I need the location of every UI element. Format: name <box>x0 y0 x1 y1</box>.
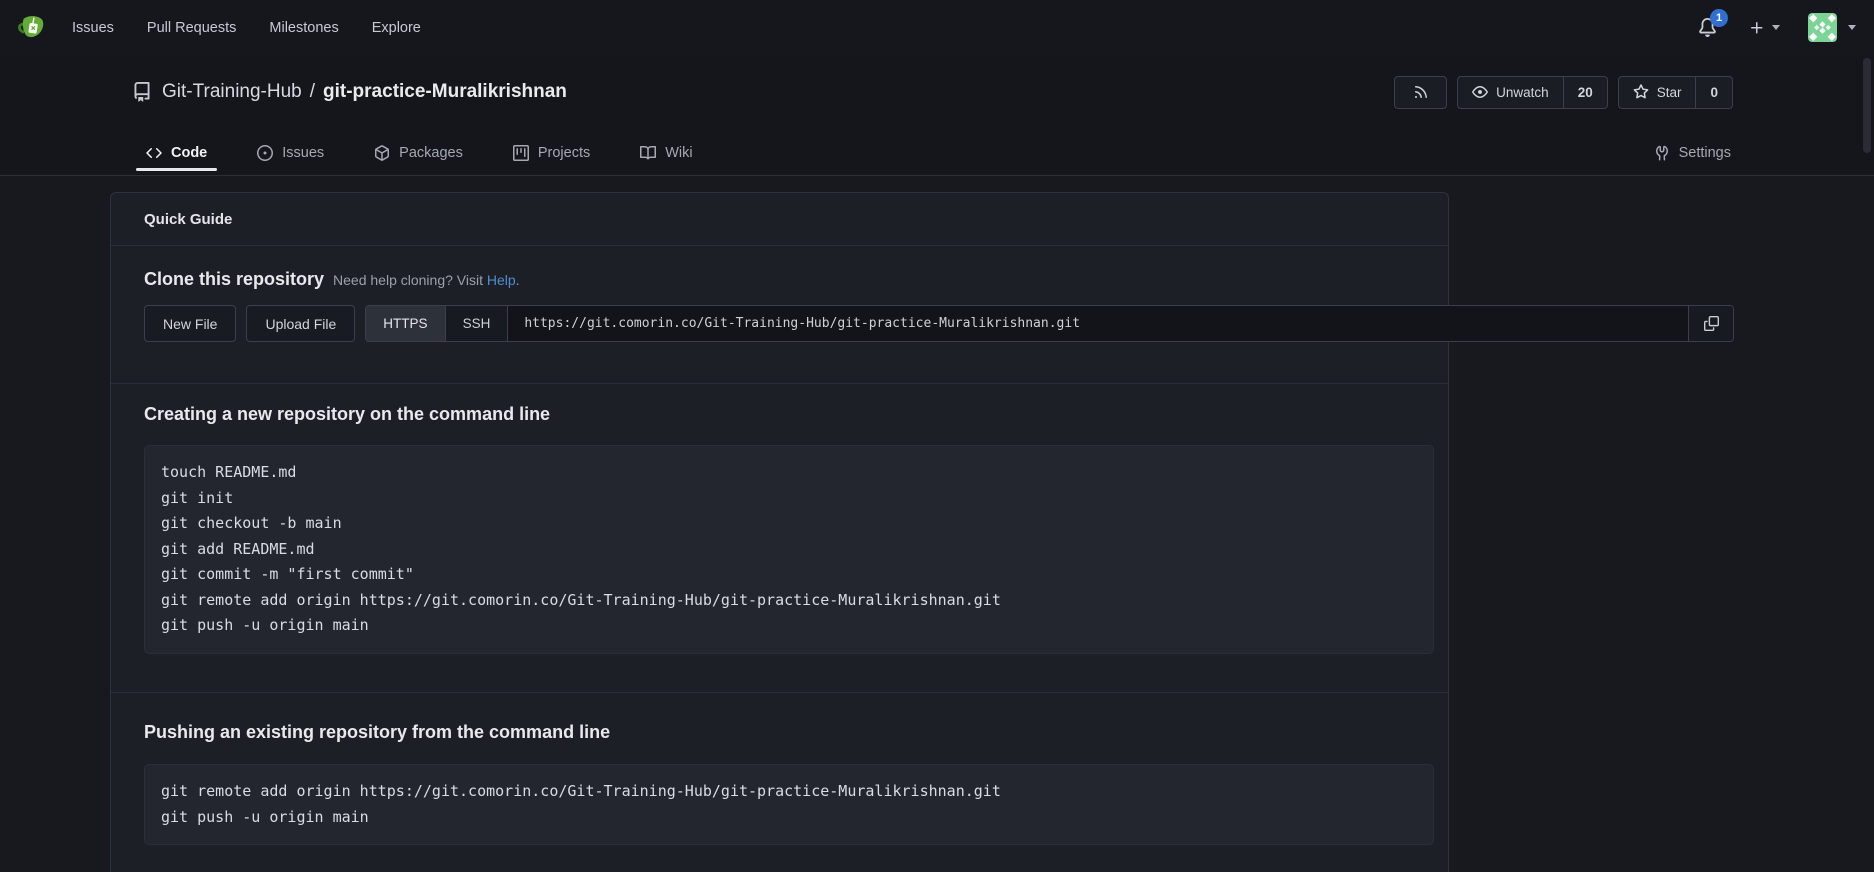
unwatch-button[interactable]: Unwatch <box>1458 77 1563 108</box>
plus-icon <box>1749 20 1765 36</box>
navbar-links: Issues Pull Requests Milestones Explore <box>72 20 421 36</box>
push-repo-section: Pushing an existing repository from the … <box>111 693 1448 845</box>
code-line: git push -u origin main <box>161 805 1417 831</box>
watchers-count[interactable]: 20 <box>1563 77 1607 108</box>
tab-code-label: Code <box>171 145 207 161</box>
tab-projects-label: Projects <box>538 145 590 161</box>
repo-tabs: Code Issues <box>136 145 1733 175</box>
issue-circle-icon <box>257 145 273 161</box>
clone-section: Clone this repository Need help cloning?… <box>111 246 1448 383</box>
scrollbar-thumb[interactable] <box>1863 58 1871 153</box>
nav-item-explore[interactable]: Explore <box>372 20 421 36</box>
code-brackets-icon <box>146 145 162 161</box>
clone-url-input[interactable] <box>508 306 1688 341</box>
repo-title-row: Git-Training-Hub / git-practice-Muralikr… <box>132 74 1733 110</box>
code-line: git remote add origin https://git.comori… <box>161 779 1417 805</box>
user-menu[interactable] <box>1808 13 1856 42</box>
repo-actions: Unwatch 20 Star 0 <box>1394 76 1733 109</box>
eye-icon <box>1472 84 1488 100</box>
create-repo-codeblock: touch README.md git init git checkout -b… <box>144 445 1434 654</box>
notification-count-badge: 1 <box>1710 9 1728 27</box>
rss-icon <box>1413 84 1429 100</box>
repo-name-link[interactable]: git-practice-Muralikrishnan <box>323 81 567 103</box>
repo-owner-link[interactable]: Git-Training-Hub <box>162 81 302 103</box>
tab-settings[interactable]: Settings <box>1644 145 1733 175</box>
navbar-right: 1 <box>1695 13 1856 42</box>
tab-wiki[interactable]: Wiki <box>630 145 702 175</box>
main-content: Quick Guide Clone this repository Need h… <box>0 176 1874 872</box>
chevron-down-icon <box>1848 25 1856 30</box>
upload-file-button[interactable]: Upload File <box>246 305 355 342</box>
create-repo-heading: Creating a new repository on the command… <box>144 404 1415 425</box>
code-line: git init <box>161 486 1417 512</box>
unwatch-label: Unwatch <box>1496 85 1549 100</box>
wrench-icon <box>1654 145 1670 161</box>
watch-button-group: Unwatch 20 <box>1457 76 1608 109</box>
tab-issues[interactable]: Issues <box>247 145 334 175</box>
tab-code[interactable]: Code <box>136 145 217 175</box>
book-icon <box>640 145 656 161</box>
code-line: git push -u origin main <box>161 613 1417 639</box>
repo-header: Git-Training-Hub / git-practice-Muralikr… <box>0 55 1874 176</box>
tab-wiki-label: Wiki <box>665 145 692 161</box>
repo-separator: / <box>310 81 315 103</box>
quick-guide-panel: Quick Guide Clone this repository Need h… <box>110 192 1449 872</box>
push-repo-heading: Pushing an existing repository from the … <box>144 722 1415 743</box>
repo-book-icon <box>132 82 152 102</box>
clone-url-group: HTTPS SSH <box>365 305 1734 342</box>
copy-icon <box>1704 316 1719 331</box>
tab-packages[interactable]: Packages <box>364 145 473 175</box>
code-line: git commit -m "first commit" <box>161 562 1417 588</box>
rss-feed-button[interactable] <box>1394 76 1447 109</box>
tab-packages-label: Packages <box>399 145 463 161</box>
nav-item-issues[interactable]: Issues <box>72 20 114 36</box>
create-new-dropdown[interactable] <box>1749 20 1780 36</box>
stars-count[interactable]: 0 <box>1695 77 1732 108</box>
nav-item-pull-requests[interactable]: Pull Requests <box>147 20 236 36</box>
star-button-group: Star 0 <box>1618 76 1733 109</box>
star-button[interactable]: Star <box>1619 77 1696 108</box>
code-line: git remote add origin https://git.comori… <box>161 588 1417 614</box>
notifications-button[interactable]: 1 <box>1695 16 1719 40</box>
top-navbar: Issues Pull Requests Milestones Explore … <box>0 0 1874 55</box>
help-link[interactable]: Help <box>487 272 516 288</box>
quick-guide-header: Quick Guide <box>111 193 1448 246</box>
package-cube-icon <box>374 145 390 161</box>
chevron-down-icon <box>1772 25 1780 30</box>
copy-url-button[interactable] <box>1688 306 1733 341</box>
star-icon <box>1633 84 1649 100</box>
code-line: touch README.md <box>161 460 1417 486</box>
tab-settings-label: Settings <box>1679 145 1731 161</box>
https-toggle-button[interactable]: HTTPS <box>366 306 445 341</box>
star-label: Star <box>1657 85 1682 100</box>
tab-issues-label: Issues <box>282 145 324 161</box>
project-board-icon <box>513 145 529 161</box>
new-file-button[interactable]: New File <box>144 305 236 342</box>
clone-controls-row: New File Upload File HTTPS SSH <box>144 305 1734 342</box>
create-repo-section: Creating a new repository on the command… <box>111 383 1448 693</box>
push-repo-codeblock: git remote add origin https://git.comori… <box>144 764 1434 845</box>
nav-item-milestones[interactable]: Milestones <box>269 20 338 36</box>
clone-heading: Clone this repository <box>144 269 324 290</box>
gitea-page: Issues Pull Requests Milestones Explore … <box>0 0 1874 872</box>
code-line: git add README.md <box>161 537 1417 563</box>
ssh-toggle-button[interactable]: SSH <box>446 306 509 341</box>
gitea-logo-icon[interactable] <box>14 12 46 44</box>
clone-help-text: Need help cloning? Visit Help. <box>333 272 520 288</box>
tab-projects[interactable]: Projects <box>503 145 600 175</box>
avatar <box>1808 13 1837 42</box>
code-line: git checkout -b main <box>161 511 1417 537</box>
